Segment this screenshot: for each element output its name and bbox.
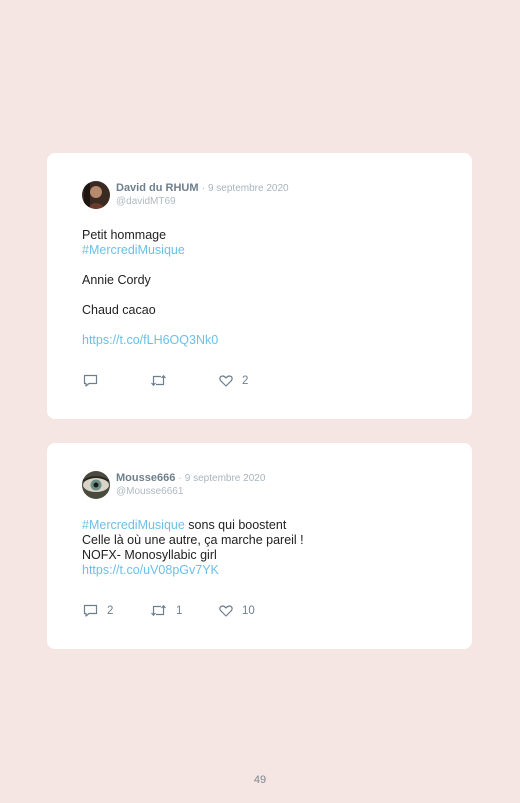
tweet-date[interactable]: 9 septembre 2020: [185, 473, 266, 484]
reply-button[interactable]: [83, 374, 150, 387]
tweet-card: Mousse666 · 9 septembre 2020 @Mousse6661…: [47, 443, 472, 649]
page-number: 49: [253, 774, 267, 786]
tweet-actions: 2: [83, 374, 248, 387]
like-button[interactable]: 10: [219, 605, 255, 617]
hashtag-link[interactable]: #MercrediMusique: [82, 243, 218, 258]
tweet-header: Mousse666 · 9 septembre 2020 @Mousse6661: [82, 471, 265, 499]
tweet-text-fragment: sons qui boostent: [184, 518, 287, 532]
tweet-card: David du RHUM · 9 septembre 2020 @davidM…: [47, 153, 472, 419]
tweet-header: David du RHUM · 9 septembre 2020 @davidM…: [82, 181, 289, 209]
like-count: 10: [242, 604, 255, 617]
reply-icon: [83, 604, 98, 617]
tweet-text-line: Annie Cordy: [82, 273, 151, 287]
like-count: 2: [242, 374, 249, 387]
display-name[interactable]: David du RHUM: [116, 182, 199, 194]
tweet-text-line: #MercrediMusique sons qui boostent: [82, 518, 304, 533]
avatar[interactable]: [82, 181, 110, 209]
tweet-text-line: NOFX- Monosyllabic girl: [82, 548, 217, 562]
like-button[interactable]: 2: [219, 375, 248, 387]
retweet-icon: [151, 374, 166, 387]
user-handle[interactable]: @Mousse6661: [116, 485, 265, 498]
separator: ·: [201, 183, 205, 194]
url-link[interactable]: https://t.co/uV08pGv7YK: [82, 563, 304, 578]
heart-icon: [219, 374, 233, 387]
avatar[interactable]: [82, 471, 110, 499]
retweet-icon: [151, 604, 166, 617]
reply-button[interactable]: 2: [83, 604, 150, 617]
display-name[interactable]: Mousse666: [116, 472, 175, 484]
tweet-text: Petit hommage #MercrediMusique Annie Cor…: [82, 228, 218, 348]
hashtag-link[interactable]: #MercrediMusique: [82, 518, 185, 532]
url-link[interactable]: https://t.co/fLH6OQ3Nk0: [82, 333, 218, 348]
retweet-button[interactable]: 1: [150, 604, 219, 617]
reply-icon: [83, 374, 98, 387]
user-handle[interactable]: @davidMT69: [116, 195, 289, 208]
tweet-text-line: Celle là où une autre, ça marche pareil …: [82, 533, 304, 547]
tweet-text-line: Chaud cacao: [82, 303, 156, 317]
retweet-count: 1: [176, 604, 183, 617]
separator: ·: [178, 473, 182, 484]
reply-count: 2: [107, 604, 114, 617]
tweet-text: #MercrediMusique sons qui boostent Celle…: [82, 518, 304, 578]
retweet-button[interactable]: [150, 374, 219, 387]
heart-icon: [219, 604, 233, 617]
tweet-text-line: Petit hommage: [82, 228, 167, 242]
tweet-actions: 2 1 10: [83, 604, 255, 617]
tweet-date[interactable]: 9 septembre 2020: [208, 183, 289, 194]
